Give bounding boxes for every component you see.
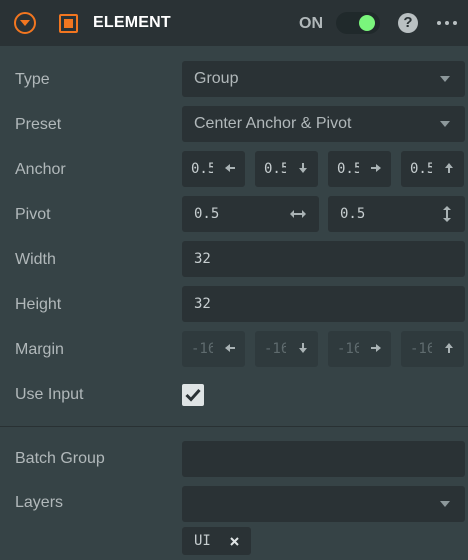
margin-value: -16 [191, 341, 213, 357]
arrow-right-icon [371, 344, 381, 352]
anchor-label: Anchor [15, 161, 66, 178]
panel-title: ELEMENT [93, 14, 171, 31]
margin-value: -16 [337, 341, 359, 357]
margin-value: -16 [264, 341, 286, 357]
arrow-up-icon [445, 163, 453, 173]
preset-label: Preset [15, 116, 62, 133]
width-input[interactable]: 32 [182, 241, 465, 277]
pivot-x-field[interactable]: 0.5 [182, 196, 319, 232]
element-square-icon [59, 14, 78, 33]
arrow-down-icon [299, 343, 307, 353]
arrow-down-icon [299, 163, 307, 173]
preset-select[interactable]: Center Anchor & Pivot [182, 106, 465, 142]
collapse-chevron-icon[interactable] [14, 12, 36, 34]
type-label: Type [15, 71, 50, 88]
panel-header: ELEMENT ON ? [0, 0, 468, 46]
toggle-knob [359, 15, 375, 31]
height-value: 32 [194, 296, 211, 312]
type-select-value: Group [194, 70, 239, 87]
anchor-value: 0.5 [337, 161, 359, 177]
section-divider [0, 426, 468, 427]
pivot-y-value: 0.5 [340, 206, 366, 222]
margin-field-right: -16 [328, 331, 391, 367]
arrow-right-icon [371, 164, 381, 172]
width-label: Width [15, 251, 56, 268]
anchor-field-top[interactable]: 0.5 [401, 151, 464, 187]
margin-field-bottom: -16 [255, 331, 318, 367]
batch-group-label: Batch Group [15, 450, 105, 467]
close-icon[interactable] [230, 537, 239, 546]
use-input-checkbox[interactable] [182, 384, 204, 406]
preset-select-value: Center Anchor & Pivot [194, 115, 352, 132]
pivot-x-value: 0.5 [194, 206, 220, 222]
layer-chip-ui: UI [182, 527, 251, 555]
chevron-down-icon [440, 501, 450, 507]
horizontal-resize-icon [290, 210, 306, 218]
chevron-down-icon [440, 76, 450, 82]
pivot-label: Pivot [15, 206, 51, 223]
anchor-value: 0.5 [191, 161, 213, 177]
pivot-y-field[interactable]: 0.5 [328, 196, 465, 232]
anchor-value: 0.5 [264, 161, 286, 177]
layers-label: Layers [15, 494, 64, 511]
margin-label: Margin [15, 341, 64, 358]
help-icon[interactable]: ? [398, 13, 418, 33]
margin-field-top: -16 [401, 331, 464, 367]
chevron-down-icon [440, 121, 450, 127]
vertical-resize-icon [443, 206, 451, 222]
margin-value: -16 [410, 341, 432, 357]
height-label: Height [15, 296, 62, 313]
type-select[interactable]: Group [182, 61, 465, 97]
arrow-left-icon [225, 344, 235, 352]
anchor-field-bottom[interactable]: 0.5 [255, 151, 318, 187]
enabled-toggle[interactable] [336, 12, 380, 34]
checkmark-icon [185, 388, 201, 402]
use-input-label: Use Input [15, 386, 84, 403]
height-input[interactable]: 32 [182, 286, 465, 322]
arrow-up-icon [445, 343, 453, 353]
width-value: 32 [194, 251, 211, 267]
enabled-label: ON [299, 15, 323, 32]
margin-field-left: -16 [182, 331, 245, 367]
arrow-left-icon [225, 164, 235, 172]
layers-select[interactable] [182, 486, 465, 522]
anchor-field-left[interactable]: 0.5 [182, 151, 245, 187]
more-dots-icon[interactable] [437, 21, 457, 25]
anchor-value: 0.5 [410, 161, 432, 177]
anchor-field-right[interactable]: 0.5 [328, 151, 391, 187]
batch-group-input[interactable] [182, 441, 465, 477]
layer-chip-label: UI [194, 533, 211, 549]
